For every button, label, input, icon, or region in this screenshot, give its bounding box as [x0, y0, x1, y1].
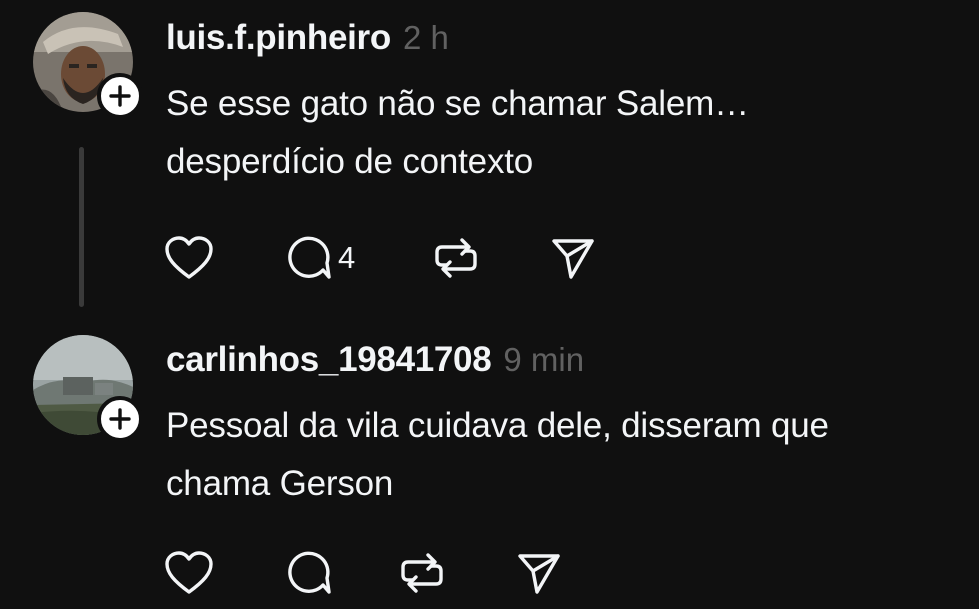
avatar-container [33, 12, 143, 119]
like-button[interactable] [164, 234, 286, 282]
action-bar: 4 [164, 234, 610, 282]
post-carlinhos: carlinhos_19841708 9 min Pessoal da vila… [0, 330, 979, 609]
post-text: Pessoal da vila cuidava dele, disseram q… [166, 397, 956, 513]
repost-button[interactable] [398, 549, 516, 597]
paper-plane-icon [518, 554, 560, 594]
post-text-line: Pessoal da vila cuidava dele, disseram q… [166, 406, 829, 445]
post-text-line: chama Gerson [166, 464, 394, 503]
thread-line [79, 147, 84, 307]
plus-icon [109, 85, 131, 107]
heart-icon [165, 236, 213, 279]
paper-plane-icon [552, 239, 594, 279]
follow-button[interactable] [97, 73, 143, 119]
repost-button[interactable] [432, 234, 550, 282]
avatar-container [33, 335, 143, 442]
post-luis: luis.f.pinheiro 2 h Se esse gato não se … [0, 0, 979, 330]
reply-button[interactable]: 4 [286, 234, 432, 282]
username[interactable]: luis.f.pinheiro [166, 18, 391, 58]
timestamp[interactable]: 9 min [503, 341, 584, 379]
username[interactable]: carlinhos_19841708 [166, 340, 492, 380]
post-header: carlinhos_19841708 9 min [166, 340, 584, 380]
share-button[interactable] [516, 549, 576, 597]
plus-icon [109, 408, 131, 430]
follow-button[interactable] [97, 396, 143, 442]
repost-icon [435, 238, 477, 278]
timestamp[interactable]: 2 h [403, 19, 449, 57]
comment-bubble-icon [288, 236, 331, 279]
reply-count: 4 [338, 240, 356, 275]
post-text: Se esse gato não se chamar Salem… desper… [166, 75, 956, 191]
action-bar [164, 549, 576, 597]
like-button[interactable] [164, 549, 286, 597]
share-button[interactable] [550, 234, 610, 282]
post-text-line: Se esse gato não se chamar Salem… [166, 84, 749, 123]
post-header: luis.f.pinheiro 2 h [166, 18, 449, 58]
heart-icon [165, 551, 213, 594]
post-text-line: desperdício de contexto [166, 142, 534, 181]
reply-button[interactable] [286, 549, 398, 597]
comment-bubble-icon [288, 551, 331, 594]
repost-icon [401, 553, 443, 593]
